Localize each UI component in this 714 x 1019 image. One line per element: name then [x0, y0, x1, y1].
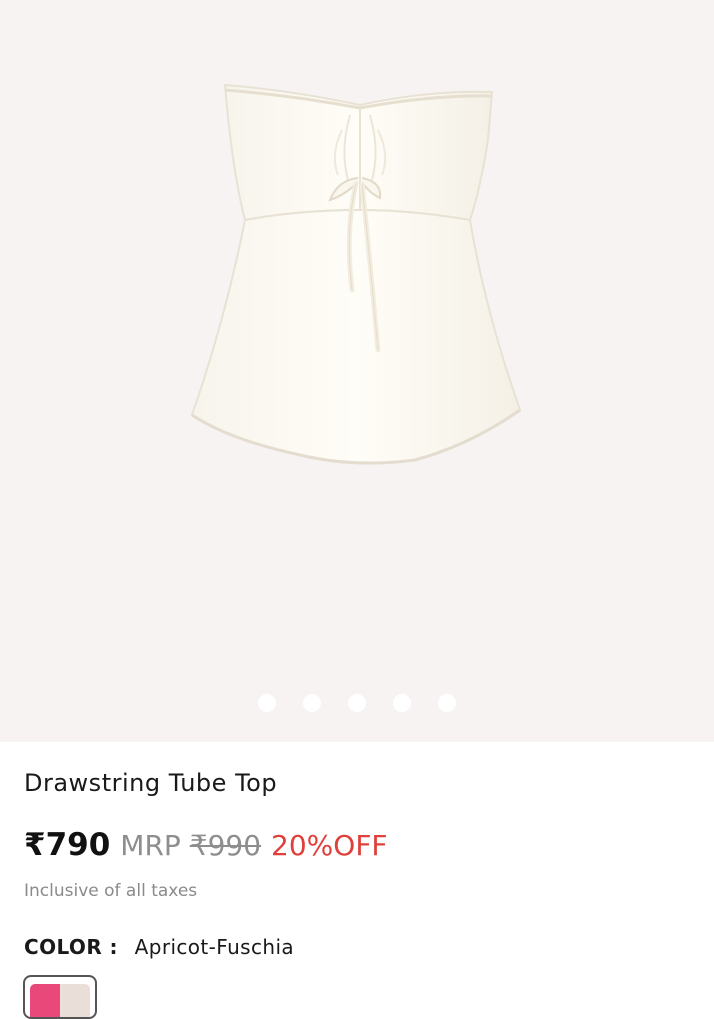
product-image-gallery[interactable]	[0, 0, 714, 742]
gallery-dot-1[interactable]	[258, 694, 276, 712]
gallery-dot-3[interactable]	[348, 694, 366, 712]
color-value: Apricot-Fuschia	[134, 935, 295, 959]
color-row: COLOR : Apricot-Fuschia	[24, 935, 690, 959]
product-title: Drawstring Tube Top	[24, 769, 278, 797]
gallery-dots	[0, 694, 714, 712]
gallery-dot-5[interactable]	[438, 694, 456, 712]
selling-price: ₹790	[24, 827, 111, 863]
mrp-label: MRP	[120, 829, 181, 862]
color-swatch-apricot-fuschia[interactable]	[23, 975, 97, 1019]
swatch-primary-color	[30, 984, 60, 1017]
swatch-secondary-color	[60, 984, 90, 1017]
gallery-dot-2[interactable]	[303, 694, 321, 712]
discount-badge: 20%OFF	[271, 829, 388, 862]
mrp-value: ₹990	[189, 829, 262, 862]
product-image	[190, 83, 522, 465]
product-info: Drawstring Tube Top ₹790 MRP ₹990 20%OFF…	[0, 769, 714, 959]
gallery-dot-4[interactable]	[393, 694, 411, 712]
color-label: COLOR :	[24, 935, 118, 959]
swatch-preview	[30, 984, 90, 1017]
price-row: ₹790 MRP ₹990 20%OFF	[24, 827, 690, 863]
tax-note: Inclusive of all taxes	[24, 881, 198, 901]
